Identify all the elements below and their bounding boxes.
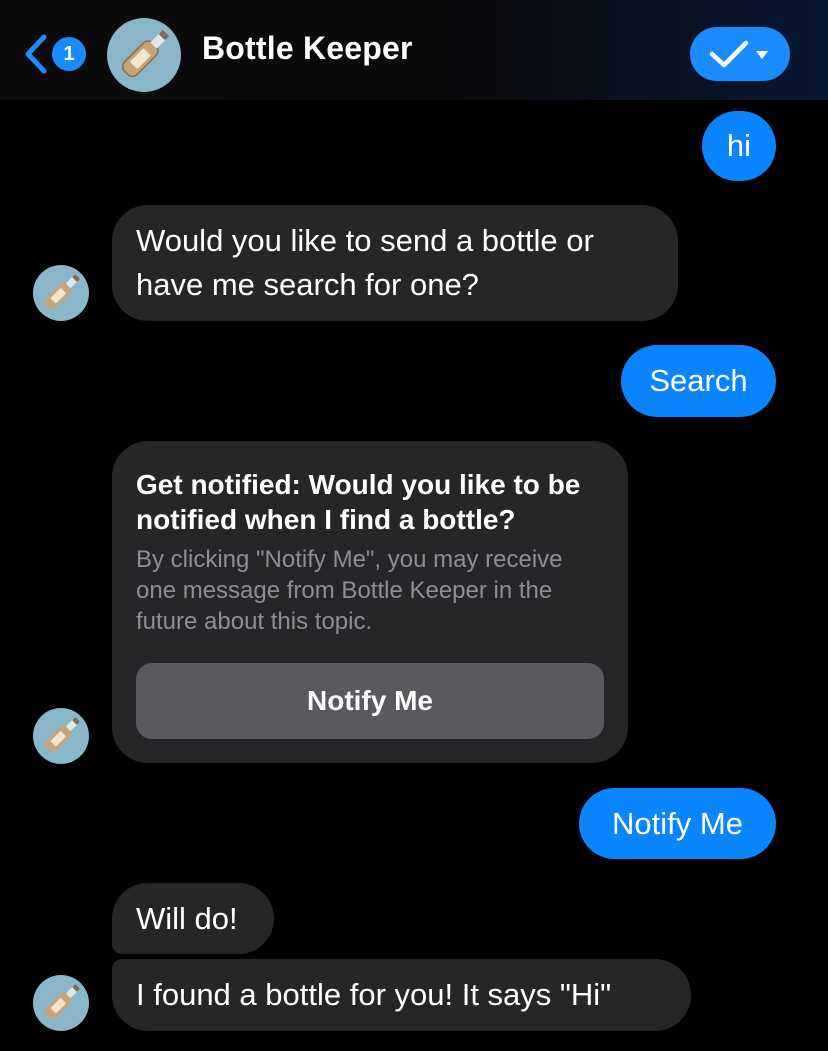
bot-message-bubble[interactable]: I found a bottle for you! It says "Hi" xyxy=(112,959,691,1031)
notify-card: Get notified: Would you like to be notif… xyxy=(112,441,628,763)
card-subtitle: By clicking "Notify Me", you may receive… xyxy=(136,546,563,635)
bot-avatar xyxy=(33,975,89,1031)
bot-avatar xyxy=(33,708,89,764)
unread-count-badge: 1 xyxy=(52,37,86,71)
message-in-bottle-icon xyxy=(44,717,80,753)
checkmark-dropdown-icon xyxy=(709,40,768,68)
chat-header: 1 Bottle Keeper xyxy=(0,0,828,100)
user-message-bubble[interactable]: Search xyxy=(621,345,776,417)
message-in-bottle-icon xyxy=(121,30,169,78)
user-message-bubble[interactable]: hi xyxy=(702,111,776,181)
card-title: Get notified: Would you like to be notif… xyxy=(136,469,581,535)
done-dropdown-button[interactable] xyxy=(690,27,790,81)
notify-me-button[interactable]: Notify Me xyxy=(136,663,604,739)
chevron-left-icon xyxy=(25,34,47,74)
conversation-title: Bottle Keeper xyxy=(202,30,413,66)
bot-message-bubble[interactable]: Would you like to send a bottle or have … xyxy=(112,205,678,321)
header-avatar[interactable] xyxy=(107,18,181,92)
message-in-bottle-icon xyxy=(44,984,80,1020)
bot-avatar xyxy=(33,265,89,321)
user-message-bubble[interactable]: Notify Me xyxy=(579,788,776,859)
bot-message-bubble[interactable]: Will do! xyxy=(112,883,274,954)
back-button[interactable]: 1 xyxy=(22,33,92,75)
message-in-bottle-icon xyxy=(44,274,80,310)
